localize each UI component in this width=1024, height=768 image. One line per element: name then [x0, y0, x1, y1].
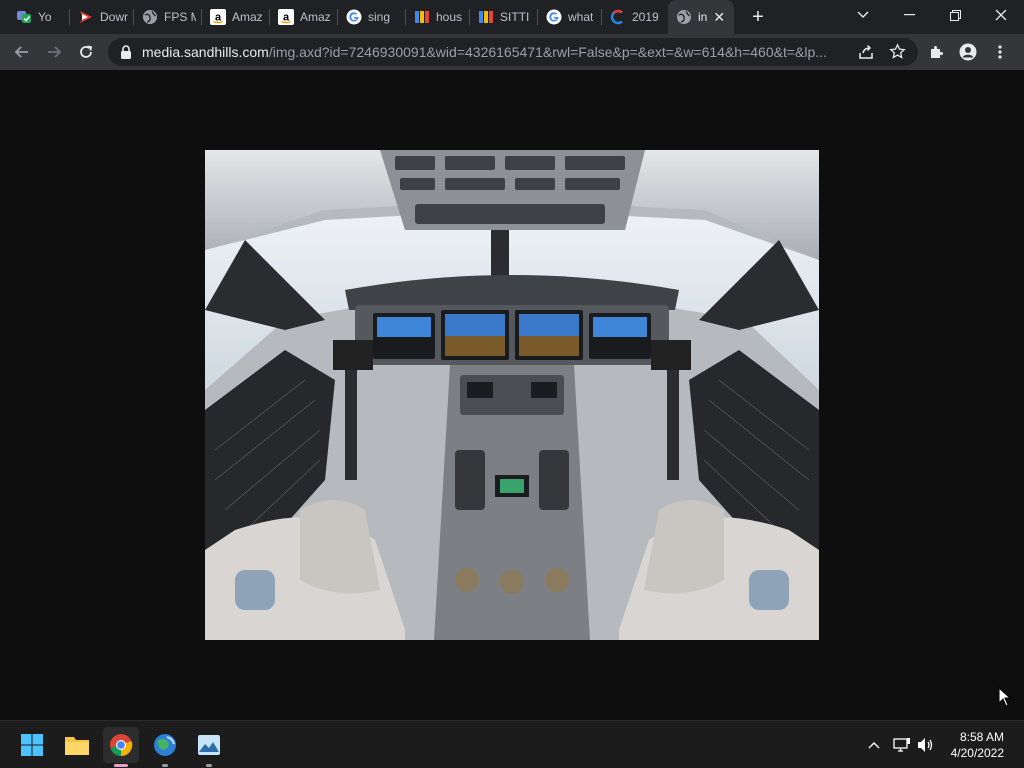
new-tab-button[interactable]: +: [744, 3, 772, 31]
tab-list: Yo Dowr FPS Ma Amaz a Amaz sing hous SITTI what 20…: [0, 0, 734, 34]
edge-taskbar-button[interactable]: [147, 727, 183, 767]
browser-tab[interactable]: 2019: [602, 0, 668, 34]
tab-title: SITTI: [500, 10, 530, 24]
browser-tab[interactable]: SITTI: [470, 0, 538, 34]
clock-time: 8:58 AM: [959, 730, 1004, 744]
browser-tab[interactable]: a Amaz: [202, 0, 270, 34]
mouse-cursor-icon: [998, 687, 1012, 707]
minimize-icon: [903, 14, 915, 16]
tab-title: sing: [368, 10, 391, 24]
folder-icon: [65, 737, 89, 755]
profile-icon: [959, 43, 977, 61]
tab-title: FPS M: [164, 10, 196, 24]
menu-button[interactable]: [984, 36, 1016, 68]
photos-icon: [198, 735, 220, 755]
tab-title: Yo: [38, 10, 52, 24]
amazon-icon: a: [210, 9, 226, 25]
minimize-button[interactable]: [886, 0, 932, 30]
start-button[interactable]: [14, 727, 50, 763]
tab-title: in: [698, 10, 708, 24]
file-explorer-button[interactable]: [59, 727, 95, 763]
network-icon: [893, 738, 910, 752]
arrow-left-icon: [14, 46, 28, 58]
extensions-button[interactable]: [920, 36, 952, 68]
address-bar[interactable]: media.sandhills.com/img.axd?id=724693009…: [108, 38, 918, 66]
forward-button[interactable]: [38, 36, 70, 68]
tab-title: Dowr: [100, 10, 128, 24]
tab-title: what: [568, 10, 594, 24]
browser-tab[interactable]: what: [538, 0, 602, 34]
browser-tab[interactable]: a Amaz: [270, 0, 338, 34]
tab-title: 2019: [632, 10, 659, 24]
tray-overflow-button[interactable]: [864, 735, 884, 755]
chrome-icon: [110, 734, 133, 757]
restore-button[interactable]: [932, 0, 978, 30]
restore-icon: [949, 9, 961, 21]
network-button[interactable]: [892, 735, 912, 755]
url-host: media.sandhills.com: [142, 44, 269, 60]
globe-icon: [142, 9, 158, 25]
photos-taskbar-button[interactable]: [191, 727, 227, 767]
browser-tab[interactable]: FPS M: [134, 0, 202, 34]
system-clock[interactable]: 8:58 AM 4/20/2022: [951, 729, 1004, 761]
share-button[interactable]: [858, 44, 874, 63]
bars-icon: [478, 9, 494, 25]
profile-button[interactable]: [952, 36, 984, 68]
puzzle-icon: [931, 46, 943, 58]
url-path: /img.axd?id=7246930091&wid=4326165471&rw…: [268, 44, 827, 60]
tab-search-button[interactable]: [840, 0, 886, 30]
back-button[interactable]: [6, 36, 38, 68]
lock-icon: [121, 45, 131, 59]
bookmark-button[interactable]: [889, 43, 906, 63]
google-icon: [346, 9, 362, 25]
browser-tab[interactable]: sing: [338, 0, 406, 34]
clock-date: 4/20/2022: [950, 746, 1004, 760]
globe-app-icon: [154, 734, 176, 756]
browser-tab[interactable]: Yo: [8, 0, 70, 34]
browser-tab[interactable]: in ✕: [668, 0, 734, 34]
browser-tab[interactable]: hous: [406, 0, 470, 34]
cockpit-image: [205, 150, 819, 640]
tab-title: Amaz: [232, 10, 263, 24]
taskbar: 8:58 AM 4/20/2022: [0, 720, 1024, 768]
star-icon: [889, 43, 906, 59]
cockpit-photo: [205, 150, 819, 640]
reload-button[interactable]: [70, 36, 102, 68]
volume-button[interactable]: [916, 735, 936, 755]
download-arrow-icon: [78, 9, 94, 25]
close-tab-icon[interactable]: ✕: [713, 9, 725, 26]
google-icon: [546, 9, 562, 25]
browser-tab[interactable]: Dowr: [70, 0, 134, 34]
page-viewport: [0, 70, 1024, 720]
bars-icon: [414, 9, 430, 25]
arrow-right-icon: [48, 46, 62, 58]
discord-check-icon: [16, 9, 32, 25]
windows-logo-icon: [21, 734, 43, 756]
globe-icon: [676, 9, 692, 25]
reload-icon: [80, 45, 93, 58]
speaker-icon: [918, 738, 933, 752]
chevron-down-icon: [857, 11, 869, 18]
chevron-up-icon: [868, 742, 880, 749]
kebab-menu-icon: [998, 45, 1002, 59]
tab-title: Amaz: [300, 10, 331, 24]
chrome-taskbar-button[interactable]: [103, 727, 139, 767]
close-icon: [995, 9, 1007, 21]
close-window-button[interactable]: [978, 0, 1024, 30]
c-logo-icon: [610, 9, 626, 25]
share-icon: [859, 44, 873, 59]
tab-title: hous: [436, 10, 463, 24]
amazon-icon: a: [278, 9, 294, 25]
